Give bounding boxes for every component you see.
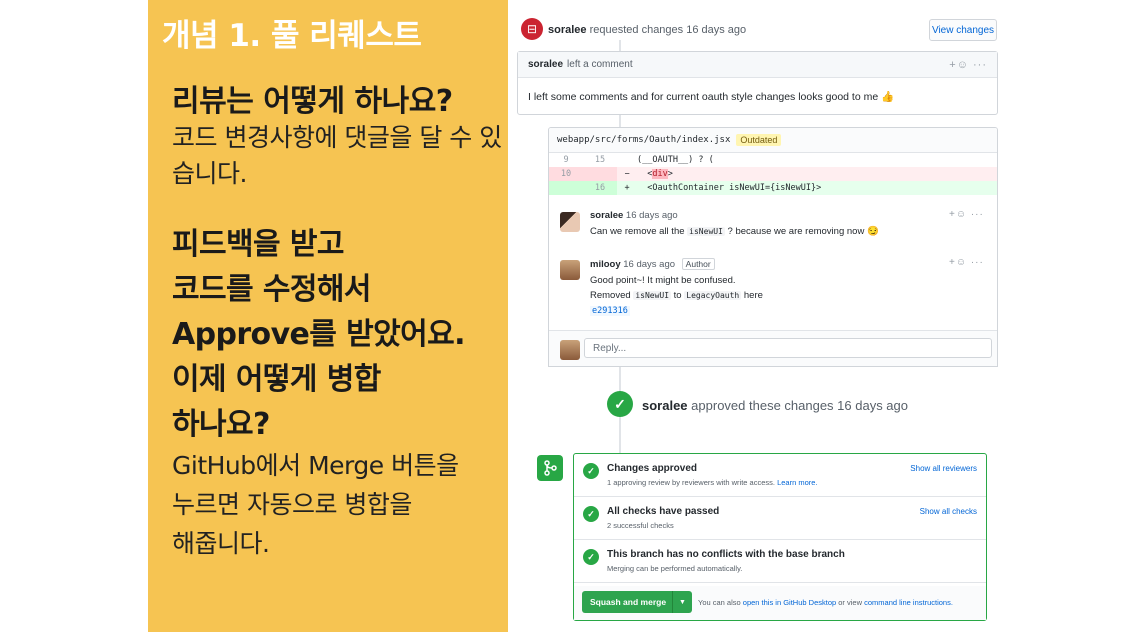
review-header: soralee left a comment +☺ ··· [518,52,997,78]
inline-code: isNewUI [687,227,725,236]
commit-link[interactable]: e291316 [590,305,630,316]
diff-sign [617,153,637,167]
smirk-emoji-icon: 😏 [866,226,879,237]
old-line-number: 9 [563,155,569,165]
approval-action: approved these changes 16 days ago [691,398,909,413]
approval-event: soralee approved these changes 16 days a… [642,398,908,413]
file-header: webapp/src/forms/Oauth/index.jsx Outdate… [549,128,997,153]
diff-line-added: 16 + <OauthContainer isNewUI={isNewUI}> [549,181,997,195]
view-changes-button[interactable]: View changes [929,19,997,41]
old-line-number: 10 [549,167,583,181]
file-path[interactable]: webapp/src/forms/Oauth/index.jsx [557,135,730,145]
file-diff-box: webapp/src/forms/Oauth/index.jsx Outdate… [548,127,998,367]
merge-status-sub: 2 successful checks [607,521,674,530]
command-line-link[interactable]: command line instructions. [864,598,953,607]
new-line-number [583,167,617,181]
merge-icon [537,455,563,481]
review-comment: soralee left a comment +☺ ··· I left som… [517,51,998,115]
review-action: left a comment [567,59,633,70]
outdated-badge: Outdated [736,134,782,146]
check-icon: ✓ [583,506,599,522]
slide-text-review: 코드 변경사항에 댓글을 달 수 있습니다. [172,123,502,188]
merge-status-title: Changes approved [607,463,698,474]
comment-time[interactable]: 16 days ago [623,259,675,270]
review-text: I left some comments and for current oau… [528,91,879,103]
approval-user[interactable]: soralee [642,398,688,413]
avatar[interactable] [560,260,580,280]
squash-and-merge-label: Squash and merge [590,597,667,607]
chevron-down-icon[interactable]: ▼ [672,591,692,613]
comment-text: Good point~! It might be confused. [590,275,736,286]
review-user[interactable]: soralee [528,59,563,70]
reaction-and-more-icon[interactable]: +☺ ··· [949,59,987,71]
merge-status-sub: Merging can be performed automatically. [607,564,743,573]
merge-status-title: All checks have passed [607,506,720,517]
check-icon: ✓ [583,463,599,479]
merge-status-sub: 1 approving review by reviewers with wri… [607,478,818,487]
request-changes-event: soralee requested changes 16 days ago [548,24,746,36]
reply-row: Reply... [549,330,997,366]
diff-line-deleted: 10 − <div> [549,167,997,181]
avatar[interactable] [560,212,580,232]
show-all-reviewers-link[interactable]: Show all reviewers [910,464,977,473]
diff-sign: − [624,169,630,179]
inline-code: LegacyOauth [684,291,742,300]
inline-code: isNewUI [633,291,672,300]
commit-sha[interactable]: e291316 [590,306,630,316]
merge-note: You can also open this in GitHub Desktop… [698,598,953,607]
merge-box: ✓ Changes approved 1 approving review by… [573,453,987,621]
slide-text-merge: GitHub에서 Merge 버튼을 누르면 자동으로 병합을 해줍니다. [172,451,459,558]
diff-sign: + [624,183,630,193]
slide-heading-review: 리뷰는 어떻게 하나요? [172,84,453,119]
check-icon: ✓ [583,549,599,565]
comment-text: Can we remove all the isNewUI ? because … [590,226,879,237]
request-changes-icon: ⊟ [521,18,543,40]
author-badge: Author [681,258,715,270]
merge-status-approved: ✓ Changes approved 1 approving review by… [574,454,986,497]
comment-meta: soralee 16 days ago [590,210,678,221]
inline-comment: milooy 16 days ago Author +☺ ··· Good po… [549,254,997,326]
merge-footer: Squash and merge ▼ You can also open thi… [574,586,986,620]
slide-panel: 개념 1. 풀 리퀘스트 리뷰는 어떻게 하나요? 코드 변경사항에 댓글을 달… [148,0,508,632]
learn-more-link[interactable]: Learn more. [777,478,817,487]
comment-user[interactable]: milooy [590,259,621,270]
old-line-number [549,181,583,195]
merge-status-title: This branch has no conflicts with the ba… [607,549,845,560]
diff-line-context: 9 15 (__OAUTH__) ? ( [549,153,997,167]
open-in-desktop-link[interactable]: open this in GitHub Desktop [743,598,836,607]
comment-user[interactable]: soralee [590,210,623,221]
reaction-and-more-icon[interactable]: +☺ ··· [949,257,984,268]
diff-code: (__OAUTH__) ? ( [637,155,714,165]
new-line-number: 15 [594,155,606,165]
merge-status-conflicts: ✓ This branch has no conflicts with the … [574,540,986,583]
slide-heading-merge: 피드백을 받고 코드를 수정해서 Approve를 받았어요. 이제 어떻게 병… [172,227,466,442]
comment-text: Removed isNewUI to LegacyOauth here [590,290,763,301]
request-action: requested changes 16 days ago [589,24,747,36]
request-user[interactable]: soralee [548,24,587,36]
avatar [560,340,580,360]
merge-status-checks: ✓ All checks have passed 2 successful ch… [574,497,986,540]
inline-comment: soralee 16 days ago +☺ ··· Can we remove… [549,206,997,260]
diff-code: <div> [647,169,673,179]
reaction-and-more-icon[interactable]: +☺ ··· [949,209,984,220]
slide-title: 개념 1. 풀 리퀘스트 [162,18,422,54]
comment-time[interactable]: 16 days ago [626,210,678,221]
diff-code: <OauthContainer isNewUI={isNewUI}> [647,183,822,193]
show-all-checks-link[interactable]: Show all checks [920,507,977,516]
check-icon: ✓ [607,391,633,417]
comment-meta: milooy 16 days ago Author [590,258,715,270]
squash-and-merge-button[interactable]: Squash and merge ▼ [582,591,692,613]
thumbs-up-icon: 👍 [881,91,895,103]
reply-input[interactable]: Reply... [584,338,992,358]
new-line-number: 16 [583,181,617,195]
review-body: I left some comments and for current oau… [518,78,997,115]
pull-request-timeline: ⊟ soralee requested changes 16 days ago … [510,0,1124,632]
